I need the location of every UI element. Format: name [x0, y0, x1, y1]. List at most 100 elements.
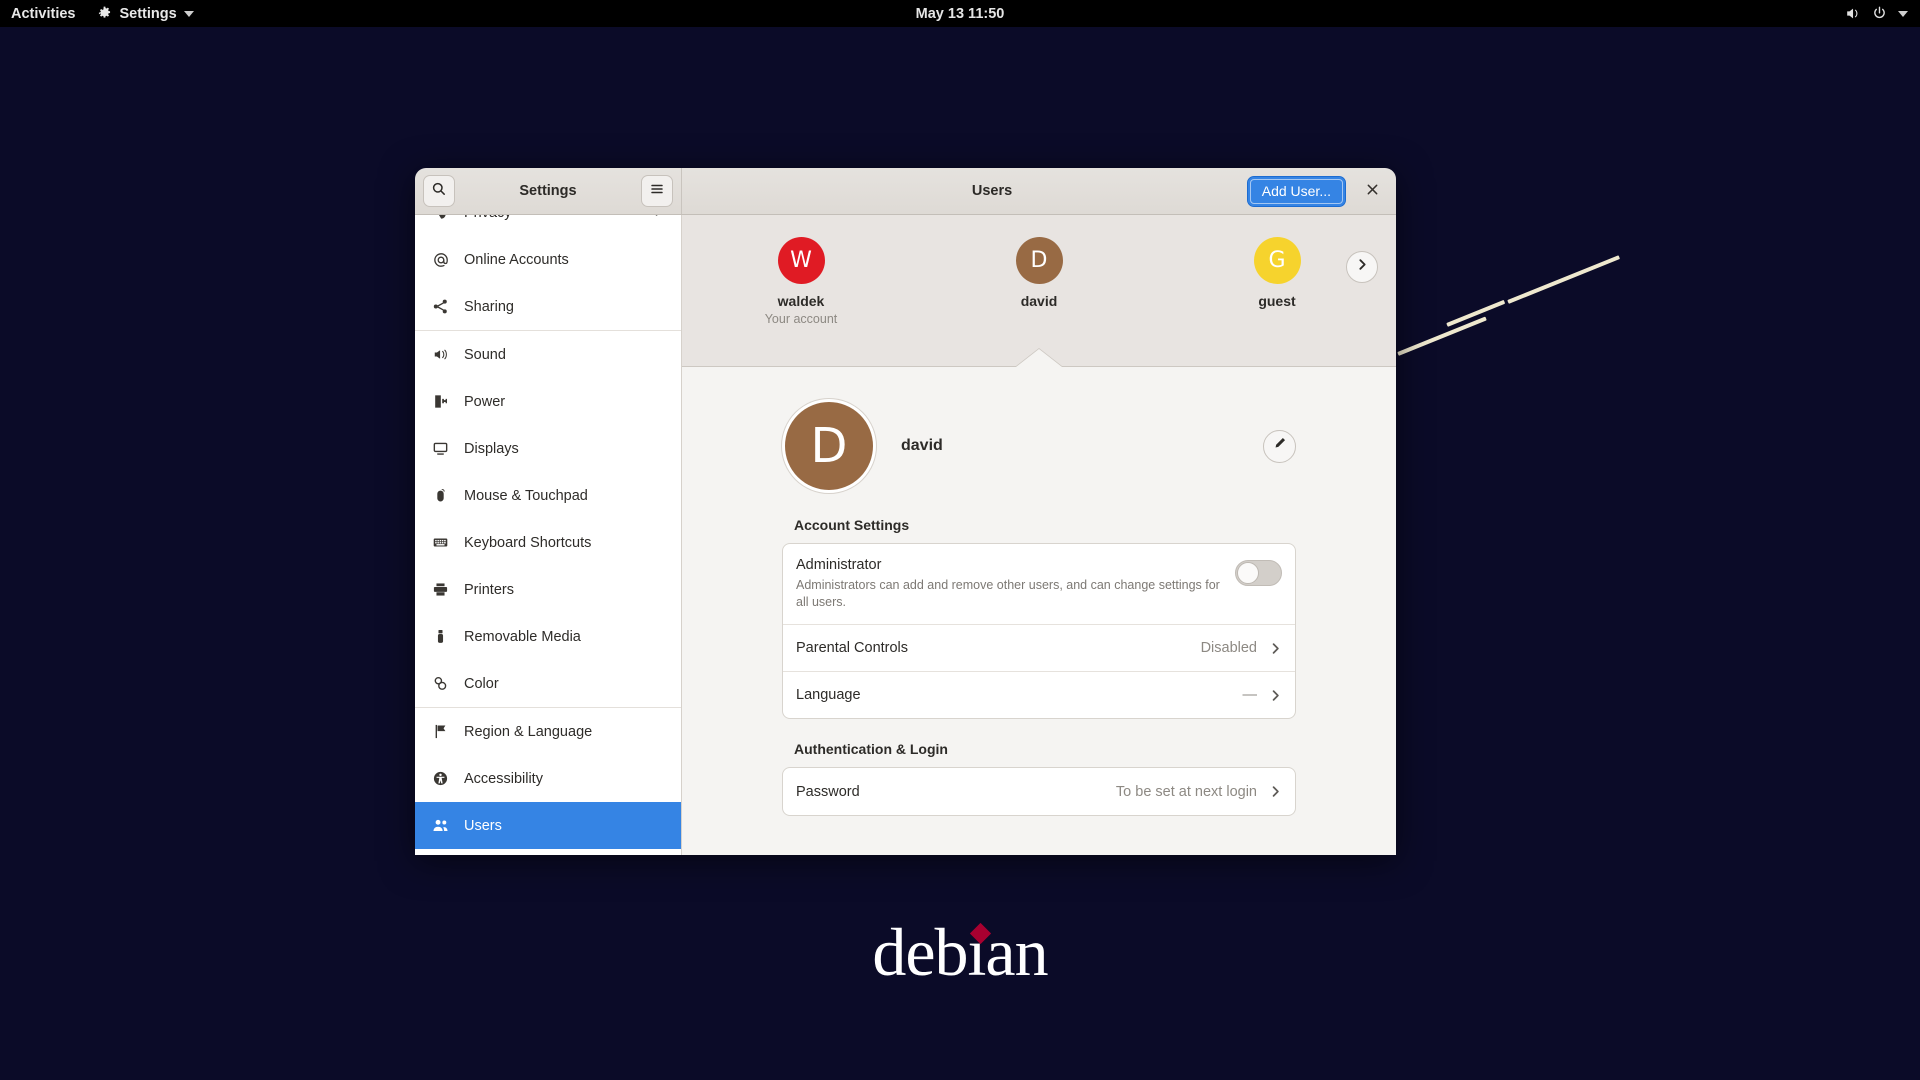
row-label: Parental Controls	[796, 640, 909, 656]
settings-card: Password To be set at next login	[782, 767, 1296, 816]
app-menu-label: Settings	[119, 5, 177, 22]
sidebar-item-label: Region & Language	[464, 723, 593, 740]
sidebar-item-printers[interactable]: Printers	[415, 566, 681, 613]
row-label: Password	[796, 783, 860, 800]
user-name-label: david	[901, 437, 943, 454]
clock-button[interactable]: May 13 11:50	[916, 6, 1005, 22]
sidebar-item-label: Power	[464, 393, 506, 410]
carousel-next-button[interactable]	[1346, 250, 1378, 283]
user-name: david	[1020, 293, 1058, 309]
settings-row-administrator[interactable]: Administrator Administrators can add and …	[783, 544, 1295, 624]
power-icon[interactable]	[1871, 5, 1888, 22]
chevron-right-icon	[652, 215, 665, 221]
chevron-right-icon	[1269, 689, 1282, 702]
chevron-down-icon	[183, 10, 194, 17]
sidebar-item-keyboard-shortcuts[interactable]: Keyboard Shortcuts	[415, 519, 681, 566]
sidebar-item-color[interactable]: Color	[415, 660, 681, 707]
administrator-toggle[interactable]	[1235, 560, 1282, 586]
sidebar-list: Privacy Online Accounts Sharing Sound Power D…	[415, 215, 681, 849]
avatar[interactable]: D	[782, 399, 876, 493]
sidebar-item-label: Displays	[464, 440, 519, 457]
debian-logo: debian	[0, 918, 1920, 986]
close-icon	[1366, 181, 1379, 201]
search-button[interactable]	[423, 175, 455, 207]
settings-row-parental-controls[interactable]: Parental Controls Disabled	[783, 624, 1295, 671]
power-plug-icon	[431, 393, 450, 410]
add-user-button[interactable]: Add User...	[1246, 175, 1346, 207]
usb-icon	[431, 628, 450, 645]
settings-sections: Account Settings Administrator Administrat…	[782, 517, 1296, 816]
chevron-right-icon	[1269, 642, 1282, 655]
row-texts: Parental Controls	[796, 640, 908, 656]
activities-button[interactable]: Activities	[0, 0, 86, 27]
user-avatar-initial: G	[1268, 248, 1286, 273]
activities-label: Activities	[11, 5, 76, 22]
accessibility-icon	[431, 770, 450, 787]
speaker-icon	[431, 346, 450, 363]
headerbar-sidebar-section: Settings	[415, 168, 682, 214]
sidebar-item-label: Online Accounts	[464, 251, 569, 268]
window-headerbar: Settings Users Add User...	[415, 168, 1396, 215]
flag-icon	[431, 723, 450, 740]
user-profile-row: D david	[782, 367, 1296, 495]
section-title: Account Settings	[794, 517, 910, 533]
system-menu-chevron-down-icon[interactable]	[1898, 10, 1908, 17]
section-title: Authentication & Login	[794, 741, 948, 757]
users-icon	[431, 817, 450, 834]
close-window-button[interactable]	[1358, 177, 1386, 205]
sidebar-item-sharing[interactable]: Sharing	[415, 283, 681, 330]
gear-icon	[97, 6, 112, 21]
chevron-right-icon	[1269, 785, 1282, 798]
sidebar-item-region-language[interactable]: Region & Language	[415, 708, 681, 755]
sidebar-item-users[interactable]: Users	[415, 802, 681, 849]
user-detail: D david Account Settings Administrator Adm…	[682, 367, 1396, 816]
page-title: Users	[971, 183, 1013, 199]
user-cell[interactable]: Wwaldek Your account	[682, 237, 920, 326]
sidebar-item-mouse-touchpad[interactable]: Mouse & Touchpad	[415, 472, 681, 519]
chevron-right-icon	[1356, 258, 1369, 276]
pencil-icon	[1272, 436, 1287, 456]
settings-card: Administrator Administrators can add and …	[782, 543, 1296, 719]
user-avatar: D	[1015, 237, 1063, 284]
sidebar-item-online-accounts[interactable]: Online Accounts	[415, 236, 681, 283]
sidebar-item-removable-media[interactable]: Removable Media	[415, 613, 681, 660]
sidebar-item-label: Printers	[464, 581, 514, 598]
edit-avatar-button[interactable]	[1263, 429, 1296, 463]
sidebar-item-label: Accessibility	[464, 770, 543, 787]
sidebar-item-label: Sharing	[464, 298, 514, 315]
decorative-line	[1507, 255, 1621, 304]
row-description: Administrators can add and remove other …	[796, 578, 1220, 609]
user-avatar-initial: D	[1030, 248, 1048, 273]
settings-window: Settings Users Add User... Online Accoun…	[415, 168, 1396, 855]
sidebar-item-displays[interactable]: Displays	[415, 425, 681, 472]
keyboard-icon	[431, 534, 450, 551]
sidebar-item-label: Removable Media	[464, 628, 581, 645]
app-menu-button[interactable]: Settings	[86, 0, 204, 27]
speaker-icon[interactable]	[1844, 5, 1861, 22]
color-icon	[431, 675, 450, 692]
row-texts: Administrator Administrators can add and …	[796, 557, 1226, 610]
printer-icon	[431, 581, 450, 598]
user-avatar: W	[777, 237, 825, 284]
sidebar-item-label: Color	[464, 675, 499, 692]
sidebar-item-label: Keyboard Shortcuts	[464, 534, 592, 551]
row-label: Language	[796, 687, 861, 703]
sidebar-item-sound[interactable]: Sound	[415, 331, 681, 378]
user-cell[interactable]: Ddavid	[920, 237, 1158, 326]
main-menu-button[interactable]	[641, 175, 673, 207]
settings-row-password[interactable]: Password To be set at next login	[783, 768, 1295, 815]
sidebar-item-label: Mouse & Touchpad	[464, 487, 588, 504]
settings-sidebar[interactable]: Privacy Online Accounts Sharing Sound Power D…	[415, 215, 682, 855]
user-name: waldek	[777, 293, 825, 309]
sidebar-item-accessibility[interactable]: Accessibility	[415, 755, 681, 802]
hand-icon	[431, 215, 450, 221]
sidebar-item-privacy[interactable]: Privacy	[415, 215, 681, 236]
settings-row-language[interactable]: Language —	[783, 671, 1295, 718]
user-avatar: G	[1253, 237, 1301, 284]
selected-user-pointer	[1016, 349, 1062, 367]
row-value: To be set at next login	[1115, 783, 1257, 800]
gnome-top-bar: Activities Settings May 13 11:50	[0, 0, 1920, 27]
share-icon	[431, 298, 450, 315]
sidebar-item-power[interactable]: Power	[415, 378, 681, 425]
user-subtitle: Your account	[764, 312, 838, 326]
